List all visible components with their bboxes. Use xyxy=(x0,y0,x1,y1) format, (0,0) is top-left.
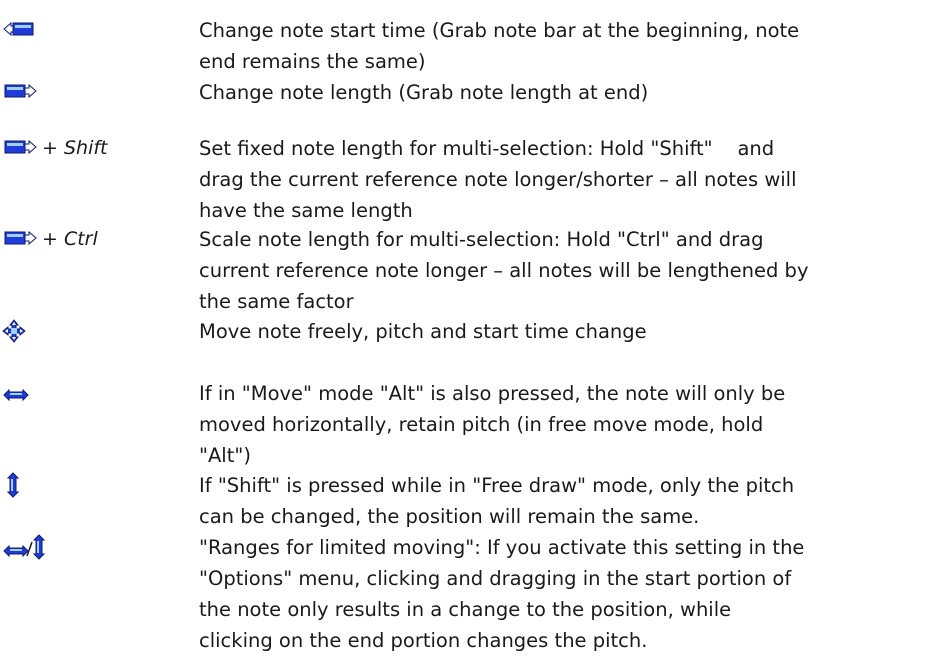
range-move-cursor-icon xyxy=(3,534,47,560)
description-line: "Ranges for limited moving": If you acti… xyxy=(199,536,805,559)
move-cursor-icon xyxy=(2,319,26,343)
modifier-key: + Shift xyxy=(42,133,108,164)
description-line: Set fixed note length for multi-selectio… xyxy=(199,137,775,160)
row-description: Change note start time (Grab note bar at… xyxy=(199,15,919,77)
description-line: If in "Move" mode "Alt" is also pressed,… xyxy=(199,382,786,405)
description-line: drag the current reference note longer/s… xyxy=(199,168,797,191)
row-description: "Ranges for limited moving": If you acti… xyxy=(199,532,919,656)
description-line: Change note length (Grab note length at … xyxy=(199,81,649,104)
description-line: "Options" menu, clicking and dragging in… xyxy=(199,567,792,590)
description-line: If "Shift" is pressed while in "Free dra… xyxy=(199,474,795,497)
modifier-key: + Ctrl xyxy=(42,224,98,255)
description-line: the note only results in a change to the… xyxy=(199,598,732,621)
cursor-reference-document: Change note start time (Grab note bar at… xyxy=(0,0,942,670)
description-line: current reference note longer – all note… xyxy=(199,259,809,282)
description-line: moved horizontally, retain pitch (in fre… xyxy=(199,413,764,436)
row-description: If "Shift" is pressed while in "Free dra… xyxy=(199,470,919,532)
description-line: Scale note length for multi-selection: H… xyxy=(199,228,764,251)
description-line: have the same length xyxy=(199,199,413,222)
description-line: clicking on the end portion changes the … xyxy=(199,629,648,652)
modifier-plus: + xyxy=(42,228,58,250)
description-line: the same factor xyxy=(199,290,354,313)
description-line: "Alt") xyxy=(199,444,251,467)
description-line: can be changed, the position will remain… xyxy=(199,505,700,528)
length-cursor-icon xyxy=(3,82,37,100)
modifier-key-name: Shift xyxy=(63,137,108,159)
modifier-key-name: Ctrl xyxy=(63,228,98,250)
row-description: Scale note length for multi-selection: H… xyxy=(199,224,919,317)
horizontal-move-cursor-icon xyxy=(3,388,29,402)
modifier-plus: + xyxy=(42,137,58,159)
length-cursor-icon xyxy=(3,229,37,247)
description-line: end remains the same) xyxy=(199,50,426,73)
start-time-cursor-icon xyxy=(3,20,37,38)
row-description: Move note freely, pitch and start time c… xyxy=(199,316,919,347)
row-description: Change note length (Grab note length at … xyxy=(199,77,919,108)
vertical-move-cursor-icon xyxy=(6,472,20,498)
description-line: Change note start time (Grab note bar at… xyxy=(199,19,800,42)
row-description: If in "Move" mode "Alt" is also pressed,… xyxy=(199,378,919,471)
length-cursor-icon xyxy=(3,138,37,156)
description-line: Move note freely, pitch and start time c… xyxy=(199,320,647,343)
row-description: Set fixed note length for multi-selectio… xyxy=(199,133,919,226)
